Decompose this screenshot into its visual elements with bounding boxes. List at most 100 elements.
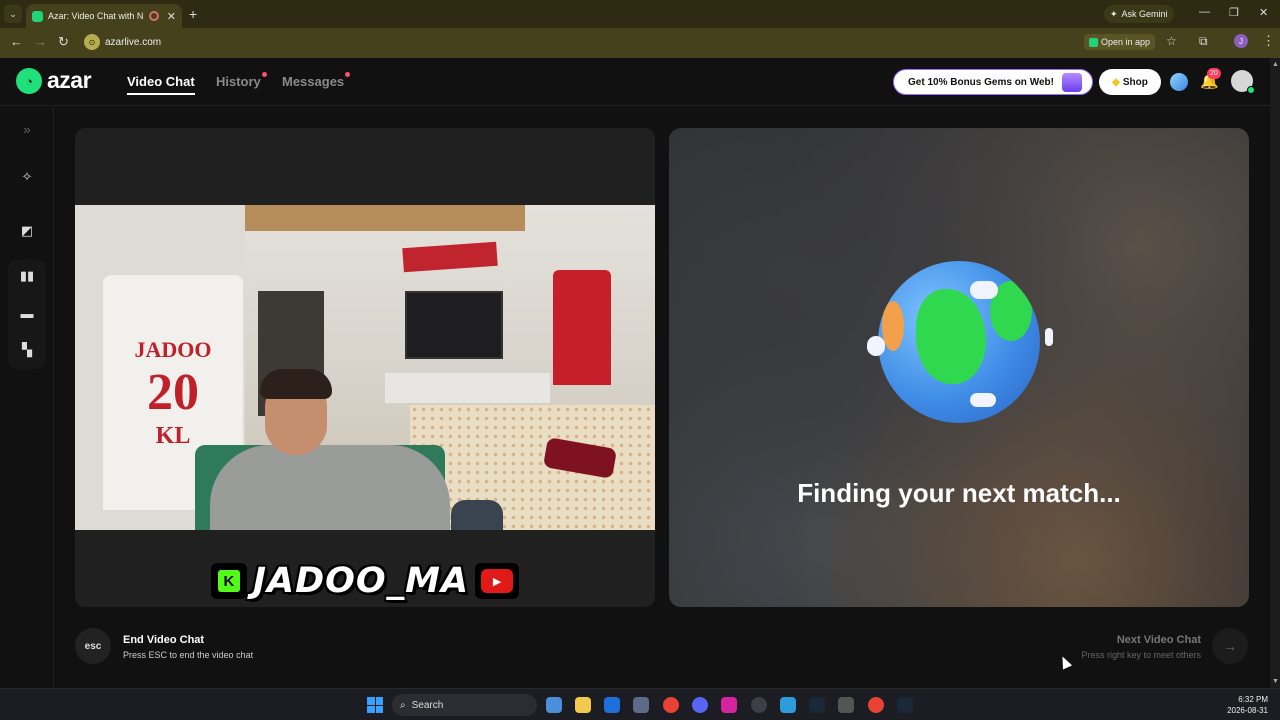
gem-icon: ◆ xyxy=(1112,76,1120,88)
bonus-gems-button[interactable]: Get 10% Bonus Gems on Web! xyxy=(893,69,1093,95)
next-video-chat-title: Next Video Chat xyxy=(1116,634,1201,646)
magic-wand-effects-icon[interactable]: ✧ xyxy=(17,167,37,187)
speaker xyxy=(451,500,503,530)
match-search-panel: Finding your next match... xyxy=(669,128,1249,607)
globe-cloud-2 xyxy=(970,393,996,407)
new-tab-button[interactable]: + xyxy=(189,6,197,22)
tab-title: Azar: Video Chat with New xyxy=(48,11,143,21)
clock-time: 6:32 PM xyxy=(1238,695,1268,704)
ask-gemini-label: Ask Gemini xyxy=(1121,9,1168,19)
minimize-icon[interactable]: — xyxy=(1199,6,1210,18)
globe-cloud xyxy=(970,281,998,299)
page-scrollbar[interactable]: ▲ ▼ xyxy=(1270,58,1280,688)
close-tab-icon[interactable]: ✕ xyxy=(167,10,176,23)
chrome-active-icon[interactable] xyxy=(868,697,884,713)
bookmark-star-icon[interactable]: ☆ xyxy=(1166,34,1177,48)
extensions-icon[interactable]: ⧉ xyxy=(1199,34,1208,49)
expand-rail-icon[interactable]: » xyxy=(17,119,37,139)
widgets-icon[interactable] xyxy=(546,697,562,713)
next-video-chat-hint: Press right key to meet others xyxy=(1081,650,1201,660)
left-tool-rail: » ✧ ◩ ▮▮ ▬ ▚ xyxy=(0,107,54,688)
end-video-chat-button[interactable]: esc xyxy=(75,628,111,664)
site-info-icon[interactable]: ⊙ xyxy=(84,34,100,50)
app-header: ◔ azar Video Chat History Messages Get 1… xyxy=(0,58,1270,106)
browser-profile-avatar[interactable]: J xyxy=(1234,34,1248,48)
tab-list-button[interactable]: ⌄ xyxy=(4,5,22,23)
microsoft-store-icon[interactable] xyxy=(633,697,649,713)
chrome-icon[interactable] xyxy=(663,697,679,713)
open-in-app-label: Open in app xyxy=(1101,37,1151,47)
azar-app: ◔ azar Video Chat History Messages Get 1… xyxy=(0,58,1280,688)
search-icon: ⌕ xyxy=(400,699,406,711)
gift-box-icon xyxy=(1062,73,1082,92)
streamer-name-overlay: K JADOO_MA ▶ xyxy=(75,561,655,601)
browser-tab[interactable]: Azar: Video Chat with New ✕ xyxy=(26,4,182,28)
wall-shelf xyxy=(245,205,525,231)
spinning-globe-icon xyxy=(878,261,1040,423)
nav-video-chat[interactable]: Video Chat xyxy=(127,74,195,95)
kick-logo-icon: K xyxy=(210,563,247,599)
restore-icon[interactable]: ❐ xyxy=(1229,6,1239,19)
windows-taskbar: ⌕ Search 6:32 PM 2026-08-31 xyxy=(0,688,1280,720)
television xyxy=(405,291,503,359)
red-jersey xyxy=(553,270,611,385)
discord-icon[interactable] xyxy=(692,697,708,713)
next-video-chat-button[interactable]: → xyxy=(1212,628,1248,664)
url-field[interactable]: azarlive.com xyxy=(105,37,161,48)
globe-land-3 xyxy=(882,301,904,351)
globe-orbit-cloud-2 xyxy=(1045,328,1053,346)
taskbar-search[interactable]: ⌕ Search xyxy=(392,694,537,716)
gemini-sparkle-icon: ✦ xyxy=(1110,8,1118,19)
outlook-icon[interactable] xyxy=(604,697,620,713)
instagram-icon[interactable] xyxy=(721,697,737,713)
close-window-icon[interactable]: ✕ xyxy=(1259,6,1268,19)
red-scarf xyxy=(402,241,498,273)
azar-favicon-icon xyxy=(32,10,43,22)
azar-logo-icon[interactable]: ◔ xyxy=(16,68,42,94)
obs-icon[interactable] xyxy=(751,697,767,713)
reload-icon[interactable]: ↻ xyxy=(58,34,69,50)
jersey-name: JADOO xyxy=(134,337,212,362)
end-video-chat-hint: Press ESC to end the video chat xyxy=(123,650,254,660)
app-icon-blue[interactable] xyxy=(780,697,796,713)
file-explorer-icon[interactable] xyxy=(575,697,591,713)
nav-messages[interactable]: Messages xyxy=(282,74,344,89)
windows-start-icon[interactable] xyxy=(367,697,383,713)
steam-2-icon[interactable] xyxy=(897,697,913,713)
globe-land xyxy=(916,289,986,384)
notification-count-badge: 20 xyxy=(1207,68,1221,79)
taskbar-search-label: Search xyxy=(411,699,444,711)
shop-label: Shop xyxy=(1122,76,1148,88)
messages-unread-dot xyxy=(345,72,350,77)
app-icon-gray[interactable] xyxy=(838,697,854,713)
browser-menu-icon[interactable]: ⋮ xyxy=(1262,33,1275,49)
browser-tab-bar: ⌄ Azar: Video Chat with New ✕ + ✦ Ask Ge… xyxy=(0,0,1280,28)
ask-gemini-button[interactable]: ✦ Ask Gemini xyxy=(1104,5,1174,23)
nav-history[interactable]: History xyxy=(216,74,261,89)
user-avatar[interactable] xyxy=(1231,70,1255,94)
self-video-panel: JADOO 20 KL K JADOO_MA ▶ xyxy=(75,128,655,607)
bonus-gems-label: Get 10% Bonus Gems on Web! xyxy=(908,76,1054,88)
language-globe-icon[interactable] xyxy=(1170,73,1188,91)
system-clock[interactable]: 6:32 PM 2026-08-31 xyxy=(1227,694,1268,716)
end-video-chat-title: End Video Chat xyxy=(123,634,205,646)
webcam-feed: JADOO 20 KL xyxy=(75,205,655,530)
filter-edit-icon[interactable]: ◩ xyxy=(17,221,37,241)
forward-icon[interactable]: → xyxy=(34,34,47,49)
clock-date: 2026-08-31 xyxy=(1227,706,1268,715)
azar-logo-text[interactable]: azar xyxy=(47,67,92,94)
youtube-logo-icon: ▶ xyxy=(475,563,520,599)
steam-icon[interactable] xyxy=(809,697,825,713)
online-status-indicator xyxy=(1247,86,1255,94)
layout-side-by-side-icon[interactable]: ▮▮ xyxy=(17,266,37,286)
jersey-number: 20 xyxy=(147,364,199,421)
layout-grid-icon[interactable]: ▚ xyxy=(17,340,37,360)
scroll-up-icon[interactable]: ▲ xyxy=(1272,61,1279,68)
open-in-app-button[interactable]: Open in app xyxy=(1084,34,1156,50)
app-icon xyxy=(1089,37,1098,47)
finding-match-status: Finding your next match... xyxy=(797,478,1121,508)
scroll-down-icon[interactable]: ▼ xyxy=(1272,678,1279,685)
layout-stacked-icon[interactable]: ▬ xyxy=(17,303,37,323)
shop-button[interactable]: ◆ Shop xyxy=(1099,69,1161,95)
back-icon[interactable]: ← xyxy=(10,34,23,49)
